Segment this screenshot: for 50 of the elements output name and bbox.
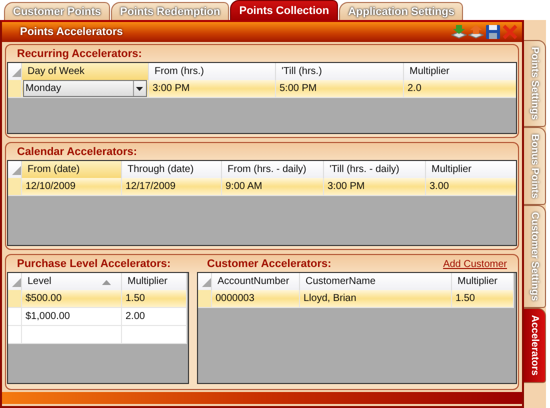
table-cell: $500.00 xyxy=(21,290,121,308)
upload-icon[interactable] xyxy=(468,24,484,40)
new-row-cell[interactable] xyxy=(121,326,186,344)
column-header[interactable]: From (hrs.) xyxy=(148,63,275,80)
column-header[interactable]: 'Till (hrs.) xyxy=(275,63,403,80)
section-title: Recurring Accelerators: xyxy=(16,47,143,62)
day-dropdown[interactable]: Monday xyxy=(22,80,146,97)
column-header[interactable]: Day of Week xyxy=(21,63,148,80)
add-customer-link[interactable]: Add Customer xyxy=(443,258,517,270)
table-cell: 5:00 PM xyxy=(275,80,403,98)
dropdown-arrow-icon xyxy=(136,86,143,90)
column-header[interactable]: Through (date) xyxy=(121,161,221,178)
column-header[interactable]: 'Till (hrs. - daily) xyxy=(323,161,425,178)
section-title: Customer Accelerators: xyxy=(206,257,332,272)
table-cell: 1.50 xyxy=(451,290,513,308)
table-cell: 12/10/2009 xyxy=(21,178,121,196)
select-all-icon[interactable] xyxy=(12,278,20,287)
table-cell: 2.0 xyxy=(403,80,516,98)
table-cell: 0000003 xyxy=(211,290,299,308)
column-header[interactable]: Multiplier xyxy=(425,161,516,178)
row-header[interactable] xyxy=(8,326,21,344)
table-cell: Lloyd, Brian xyxy=(299,290,451,308)
select-all-icon[interactable] xyxy=(12,68,20,77)
table-cell: 3:00 PM xyxy=(323,178,425,196)
table-cell: 9:00 AM xyxy=(221,178,323,196)
side-tab[interactable]: Accelerators xyxy=(524,308,546,383)
panel-title: Points Accelerators xyxy=(20,26,123,38)
column-header[interactable]: From (date) xyxy=(21,161,121,178)
column-header[interactable]: Multiplier xyxy=(451,273,513,290)
save-icon[interactable] xyxy=(485,24,501,40)
table-cell: 2.00 xyxy=(121,308,186,326)
table-cell: $1,000.00 xyxy=(21,308,121,326)
select-all-icon[interactable] xyxy=(202,278,210,287)
table-cell: 3.00 xyxy=(425,178,516,196)
table-cell: 1.50 xyxy=(121,290,186,308)
section-title: Calendar Accelerators: xyxy=(16,145,138,160)
column-header[interactable]: Level xyxy=(21,273,121,290)
section-title: Purchase Level Accelerators: xyxy=(16,257,172,272)
download-icon[interactable] xyxy=(451,24,467,40)
new-row-cell[interactable] xyxy=(21,326,121,344)
column-header[interactable]: CustomerName xyxy=(299,273,451,290)
row-header[interactable] xyxy=(8,308,21,326)
select-all-icon[interactable] xyxy=(12,166,20,175)
column-header[interactable]: Multiplier xyxy=(121,273,186,290)
column-header[interactable]: AccountNumber xyxy=(211,273,299,290)
table-cell: 3:00 PM xyxy=(148,80,275,98)
table-cell: 12/17/2009 xyxy=(121,178,221,196)
column-header[interactable]: Multiplier xyxy=(403,63,516,80)
tab[interactable]: Points Collection xyxy=(230,0,338,20)
column-header[interactable]: From (hrs. - daily) xyxy=(221,161,323,178)
